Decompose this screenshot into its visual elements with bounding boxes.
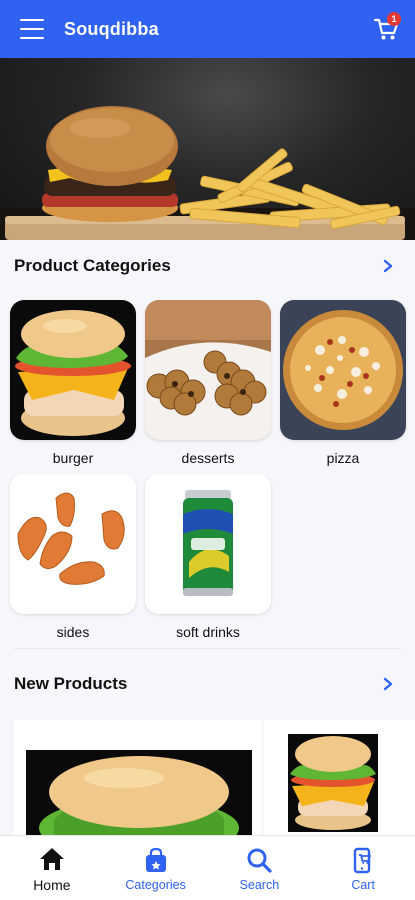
category-card-pizza[interactable]: pizza bbox=[280, 300, 406, 466]
categories-title: Product Categories bbox=[14, 256, 171, 275]
nav-categories[interactable]: Categories bbox=[104, 836, 208, 900]
chicken-wings-image bbox=[10, 474, 136, 614]
desserts-image bbox=[145, 300, 271, 440]
chevron-right-icon bbox=[383, 259, 393, 273]
cart-count-badge: 1 bbox=[387, 12, 401, 26]
category-card-desserts[interactable]: desserts bbox=[145, 300, 271, 466]
category-label: burger bbox=[52, 450, 94, 466]
app-bar: Souqdibba 1 bbox=[0, 0, 415, 58]
burger-image bbox=[26, 750, 252, 835]
new-products-title: New Products bbox=[14, 674, 128, 693]
category-label: pizza bbox=[326, 450, 360, 466]
product-card[interactable] bbox=[14, 720, 262, 835]
bottom-navigation: Home Categories Search Cart bbox=[0, 835, 415, 900]
nav-search[interactable]: Search bbox=[208, 836, 312, 900]
nav-cart[interactable]: Cart bbox=[311, 836, 415, 900]
burger-image bbox=[288, 734, 378, 832]
category-label: sides bbox=[56, 624, 90, 640]
menu-icon[interactable] bbox=[20, 19, 44, 39]
nav-label: Home bbox=[33, 877, 71, 893]
sprite-can-image bbox=[145, 474, 271, 614]
nav-label: Categories bbox=[125, 878, 186, 892]
pizza-image bbox=[280, 300, 406, 440]
categories-more-button[interactable] bbox=[375, 253, 401, 279]
cart-button[interactable]: 1 bbox=[373, 12, 401, 42]
nav-label: Cart bbox=[351, 878, 375, 892]
nav-label: Search bbox=[239, 878, 280, 892]
categories-header: Product Categories bbox=[0, 242, 415, 290]
chevron-right-icon bbox=[383, 677, 393, 691]
nav-home[interactable]: Home bbox=[0, 836, 104, 900]
burger-fries-image bbox=[0, 106, 415, 240]
mobile-cart-icon bbox=[353, 847, 372, 874]
new-products-more-button[interactable] bbox=[375, 671, 401, 697]
category-label: desserts bbox=[181, 450, 235, 466]
shopping-bag-icon bbox=[145, 847, 166, 872]
category-label: soft drinks bbox=[176, 624, 240, 640]
home-icon bbox=[39, 848, 64, 870]
new-products-header: New Products bbox=[0, 660, 415, 708]
burger-image bbox=[10, 300, 136, 440]
hero-banner[interactable] bbox=[0, 58, 415, 240]
section-divider bbox=[14, 648, 401, 649]
category-card-burger[interactable]: burger bbox=[10, 300, 136, 466]
category-card-sides[interactable]: sides bbox=[10, 474, 136, 640]
search-icon bbox=[247, 848, 272, 873]
product-card[interactable] bbox=[264, 720, 415, 835]
category-card-soft-drinks[interactable]: soft drinks bbox=[145, 474, 271, 640]
app-title: Souqdibba bbox=[64, 18, 159, 39]
